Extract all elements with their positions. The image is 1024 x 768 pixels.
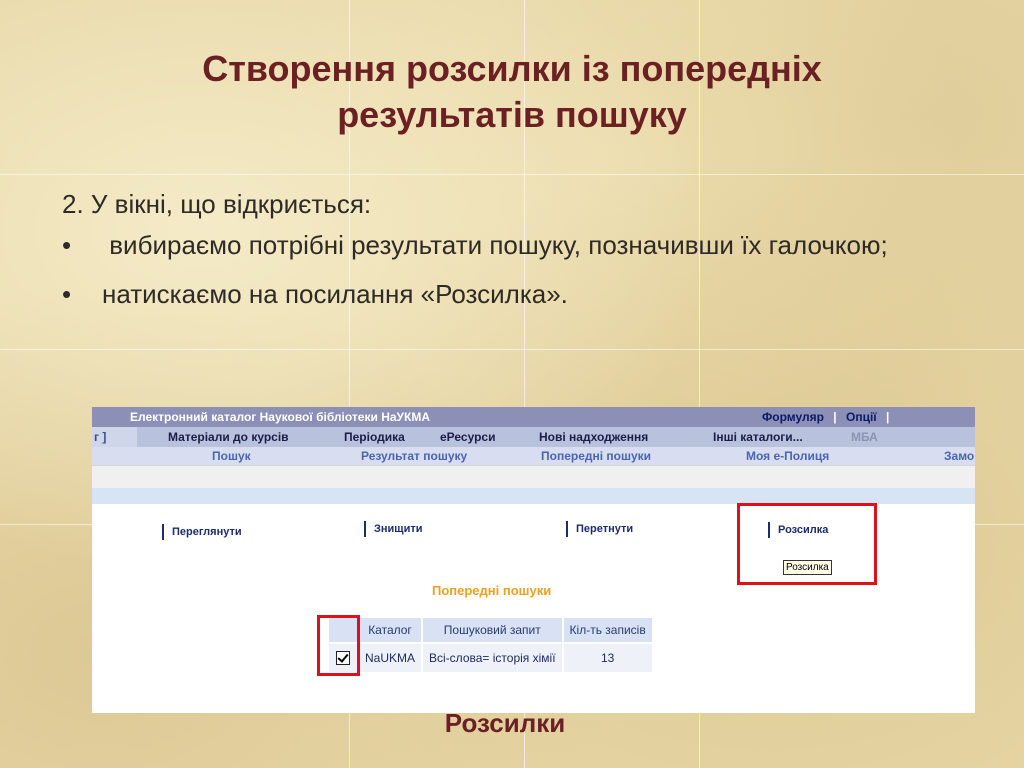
toolbar-strip (92, 465, 975, 488)
menu-item-mba[interactable]: МБА (851, 430, 878, 444)
count-column-header: Кіл-ть записів (563, 618, 652, 644)
step-text: 2. У вікні, що відкриється: (62, 189, 372, 219)
menu-item-eresources[interactable]: еРесурси (440, 430, 495, 444)
tab-search[interactable]: Пошук (212, 449, 251, 463)
count-cell: 13 (563, 644, 652, 672)
previous-searches-table: Каталог Пошуковий запит Кіл-ть записів N… (327, 618, 654, 672)
catalog-header-links: Формуляр | Опції | (762, 410, 895, 424)
mailing-tooltip: Розсилка (783, 560, 832, 575)
slide-body: 2. У вікні, що відкриється: • вибираємо … (62, 186, 962, 313)
slide-title-line-1: Створення розсилки із попередніх (202, 48, 822, 89)
catalog-sub-menu: Пошук Результат пошуку Попередні пошуки … (92, 447, 975, 465)
header-separator: | (886, 410, 890, 424)
catalog-header-title: Електронний каталог Наукової бібліотеки … (130, 410, 430, 424)
slide-caption: Розсилки (444, 708, 566, 738)
intersect-link[interactable]: Перетнути (566, 521, 633, 537)
formular-link[interactable]: Формуляр (762, 410, 824, 424)
options-link[interactable]: Опції (846, 410, 877, 424)
catalog-cell: NaUKMA (359, 644, 422, 672)
catalog-column-header: Каталог (359, 618, 422, 644)
catalog-header-bar: Електронний каталог Наукової бібліотеки … (92, 407, 975, 427)
query-column-header: Пошуковий запит (423, 618, 562, 644)
catalog-screenshot: Електронний каталог Наукової бібліотеки … (92, 407, 975, 713)
bullet-icon: • (62, 230, 72, 260)
bullet-item-select: • вибираємо потрібні результати пошуку, … (62, 227, 962, 264)
menu-item-course-materials[interactable]: Матеріали до курсів (168, 430, 289, 444)
tab-orders[interactable]: Замо (944, 449, 974, 463)
tab-search-results[interactable]: Результат пошуку (361, 449, 467, 463)
header-separator: | (833, 410, 837, 424)
catalog-main-menu: г ] Матеріали до курсів Періодика еРесур… (92, 427, 975, 447)
bullet-text: натискаємо на посилання «Розсилка». (102, 279, 568, 309)
slide-title-line-2: результатів пошуку (337, 94, 687, 135)
previous-searches-title: Попередні пошуки (432, 583, 552, 598)
menu-item-other-catalogs[interactable]: Інші каталоги... (713, 430, 803, 444)
table-header-row: Каталог Пошуковий запит Кіл-ть записів (329, 618, 652, 644)
view-link[interactable]: Переглянути (162, 524, 242, 540)
menu-item-new-arrivals[interactable]: Нові надходження (539, 430, 648, 444)
bullet-item-click: • натискаємо на посилання «Розсилка». (62, 276, 962, 313)
menu-item-periodicals[interactable]: Періодика (344, 430, 405, 444)
table-row: NaUKMA Всі-слова= історія хімії 13 (329, 644, 652, 672)
query-cell: Всі-слова= історія хімії (423, 644, 562, 672)
checkbox-highlight-box (317, 615, 360, 676)
delete-link[interactable]: Знищити (364, 521, 423, 537)
slide-title: Створення розсилки із попередніх результ… (0, 46, 1024, 138)
toolbar-strip-blue (92, 488, 975, 504)
tab-my-eshelf[interactable]: Моя е-Полиця (746, 449, 829, 463)
menu-bracket: г ] (92, 427, 137, 447)
bullet-text: вибираємо потрібні результати пошуку, по… (102, 230, 888, 260)
bullet-icon: • (62, 279, 72, 309)
tab-previous-searches[interactable]: Попередні пошуки (541, 449, 651, 463)
